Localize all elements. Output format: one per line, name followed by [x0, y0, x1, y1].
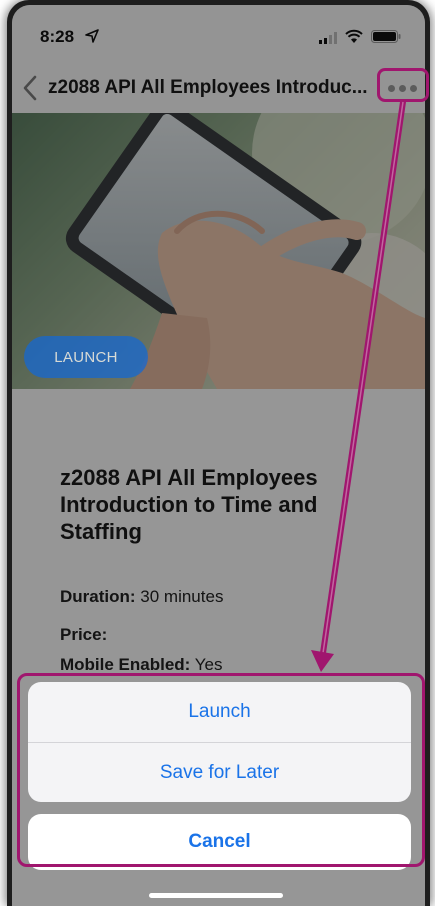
action-sheet-cancel-group: Cancel [28, 814, 411, 870]
app-screen: 8:28 z2088 API All Employees Introduc...… [12, 5, 425, 906]
cancel-button[interactable]: Cancel [28, 814, 411, 870]
home-indicator[interactable] [149, 893, 283, 898]
save-for-later-action[interactable]: Save for Later [28, 742, 411, 802]
launch-pill-button[interactable]: LAUNCH [24, 336, 148, 378]
device-frame: 8:28 z2088 API All Employees Introduc...… [7, 0, 430, 906]
launch-action[interactable]: Launch [28, 682, 411, 742]
action-sheet: Launch Save for Later [28, 682, 411, 802]
